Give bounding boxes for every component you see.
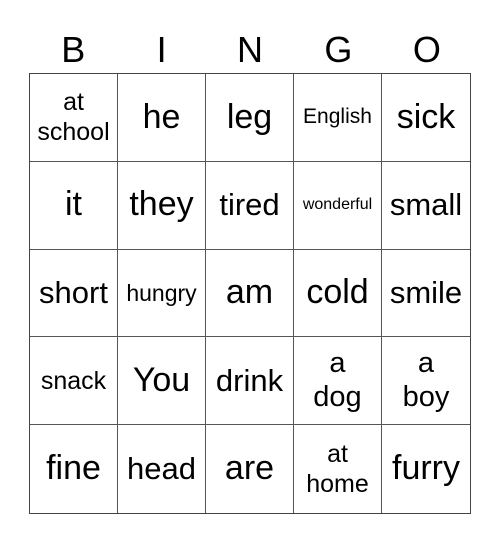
bingo-cell[interactable]: a boy <box>382 337 470 426</box>
cell-text: he <box>142 97 181 136</box>
cell-text: they <box>129 185 194 224</box>
cell-text: You <box>132 360 191 399</box>
bingo-cell[interactable]: English <box>294 74 382 162</box>
bingo-cell[interactable]: fine <box>30 425 118 513</box>
bingo-cell[interactable]: short <box>30 249 118 338</box>
bingo-cell[interactable]: at school <box>30 74 118 162</box>
cell-text: small <box>389 186 463 222</box>
bingo-cell[interactable]: at home <box>294 425 382 513</box>
cell-text: a dog <box>313 347 362 413</box>
bingo-cell[interactable]: smile <box>382 250 470 338</box>
cell-text: wonderful <box>302 195 373 213</box>
cell-text: at school <box>37 88 110 147</box>
cell-text: are <box>224 449 275 488</box>
bingo-cell[interactable]: leg <box>206 74 294 162</box>
cell-text: leg <box>226 97 273 136</box>
bingo-cell[interactable]: drink <box>206 337 294 426</box>
cell-text: drink <box>215 362 284 398</box>
cell-text: hungry <box>126 279 197 306</box>
cell-text: it <box>65 185 82 224</box>
cell-text: at home <box>306 440 369 499</box>
cell-text: am <box>225 273 274 312</box>
cell-text: short <box>39 274 108 310</box>
bingo-cell[interactable]: snack <box>30 337 118 426</box>
header-letter-i: I <box>156 29 167 70</box>
bingo-cell[interactable]: furry <box>382 425 470 513</box>
bingo-cell[interactable]: a dog <box>294 337 382 426</box>
cell-text: cold <box>306 273 369 312</box>
bingo-cell[interactable]: head <box>118 425 206 513</box>
bingo-cell[interactable]: hungry <box>118 249 206 338</box>
header-letter-n: N <box>237 29 264 70</box>
bingo-cell[interactable]: cold <box>294 249 382 338</box>
bingo-header: B I N G O <box>29 28 471 72</box>
bingo-cell[interactable]: sick <box>382 74 470 162</box>
bingo-cell[interactable]: wonderful <box>294 161 382 250</box>
header-letter-g: G <box>324 29 353 70</box>
cell-text: a boy <box>402 347 450 413</box>
header-letter-b: B <box>61 29 86 70</box>
bingo-cell[interactable]: he <box>118 74 206 162</box>
bingo-cell[interactable]: are <box>206 425 294 513</box>
bingo-cell[interactable]: small <box>382 162 470 250</box>
cell-text: sick <box>396 97 456 136</box>
bingo-cell[interactable]: they <box>118 161 206 250</box>
header-letter-o: O <box>412 29 441 70</box>
cell-text: tired <box>219 186 280 222</box>
bingo-cell[interactable]: tired <box>206 161 294 250</box>
cell-text: English <box>303 105 372 129</box>
cell-text: head <box>127 450 196 486</box>
bingo-cell[interactable]: it <box>30 161 118 250</box>
cell-text: furry <box>392 449 460 488</box>
cell-text: snack <box>40 366 107 395</box>
cell-text: fine <box>46 449 101 488</box>
bingo-cell[interactable]: am <box>206 249 294 338</box>
bingo-cell[interactable]: You <box>118 337 206 426</box>
bingo-grid: at school he leg English sick it they ti… <box>29 73 471 514</box>
cell-text: smile <box>389 274 463 310</box>
